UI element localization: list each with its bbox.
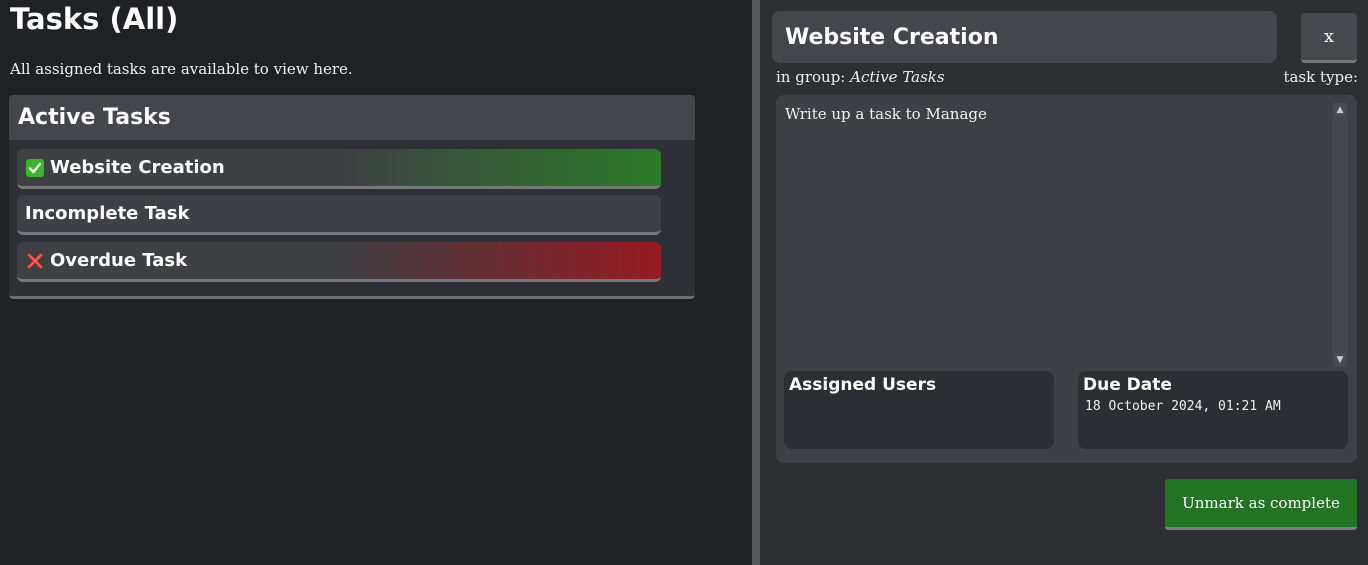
task-detail-title-text: Website Creation bbox=[785, 24, 999, 50]
due-date-value: 18 October 2024, 01:21 AM bbox=[1085, 399, 1281, 414]
assigned-users-label: Assigned Users bbox=[789, 375, 937, 395]
assigned-users-box: Assigned Users bbox=[784, 371, 1054, 449]
task-group-header: Active Tasks bbox=[9, 95, 695, 140]
task-group-title: Active Tasks bbox=[18, 105, 171, 130]
task-detail-title: Website Creation bbox=[772, 11, 1277, 63]
task-item-overdue[interactable]: Overdue Task bbox=[17, 242, 661, 282]
group-prefix: in group: bbox=[776, 68, 846, 86]
task-detail-panel: Website Creation x in group: Active Task… bbox=[760, 0, 1368, 565]
chevron-up-icon[interactable]: ▲ bbox=[1333, 103, 1347, 117]
task-type-label: task type: bbox=[1283, 68, 1358, 86]
page-subtitle: All assigned tasks are available to view… bbox=[10, 60, 353, 78]
check-icon bbox=[26, 158, 44, 177]
task-item-label: Website Creation bbox=[50, 157, 225, 178]
due-date-box: Due Date 18 October 2024, 01:21 AM bbox=[1078, 371, 1348, 449]
description-scrollbar[interactable]: ▲ ▼ bbox=[1333, 103, 1347, 367]
task-description[interactable]: Write up a task to Manage bbox=[785, 105, 987, 123]
tasks-list-panel: Tasks (All) All assigned tasks are avail… bbox=[0, 0, 752, 565]
task-item-complete[interactable]: Website Creation bbox=[17, 149, 661, 189]
task-group-info: in group: Active Tasks bbox=[776, 68, 945, 86]
cross-icon bbox=[26, 252, 44, 270]
scrollbar-track[interactable] bbox=[1334, 117, 1346, 353]
page-title: Tasks (All) bbox=[10, 2, 179, 36]
unmark-complete-button[interactable]: Unmark as complete bbox=[1165, 479, 1357, 530]
panel-divider[interactable] bbox=[752, 0, 760, 565]
close-button[interactable]: x bbox=[1301, 13, 1357, 63]
chevron-down-icon[interactable]: ▼ bbox=[1333, 353, 1347, 367]
task-item-incomplete[interactable]: Incomplete Task bbox=[17, 195, 661, 235]
due-date-label: Due Date bbox=[1083, 375, 1172, 395]
task-group: Active Tasks Website Creation Incomplete… bbox=[9, 95, 695, 299]
task-details-card: Write up a task to Manage ▲ ▼ Assigned U… bbox=[776, 95, 1357, 463]
task-item-label: Incomplete Task bbox=[25, 203, 190, 224]
group-name: Active Tasks bbox=[850, 68, 945, 86]
task-item-label: Overdue Task bbox=[50, 250, 188, 271]
